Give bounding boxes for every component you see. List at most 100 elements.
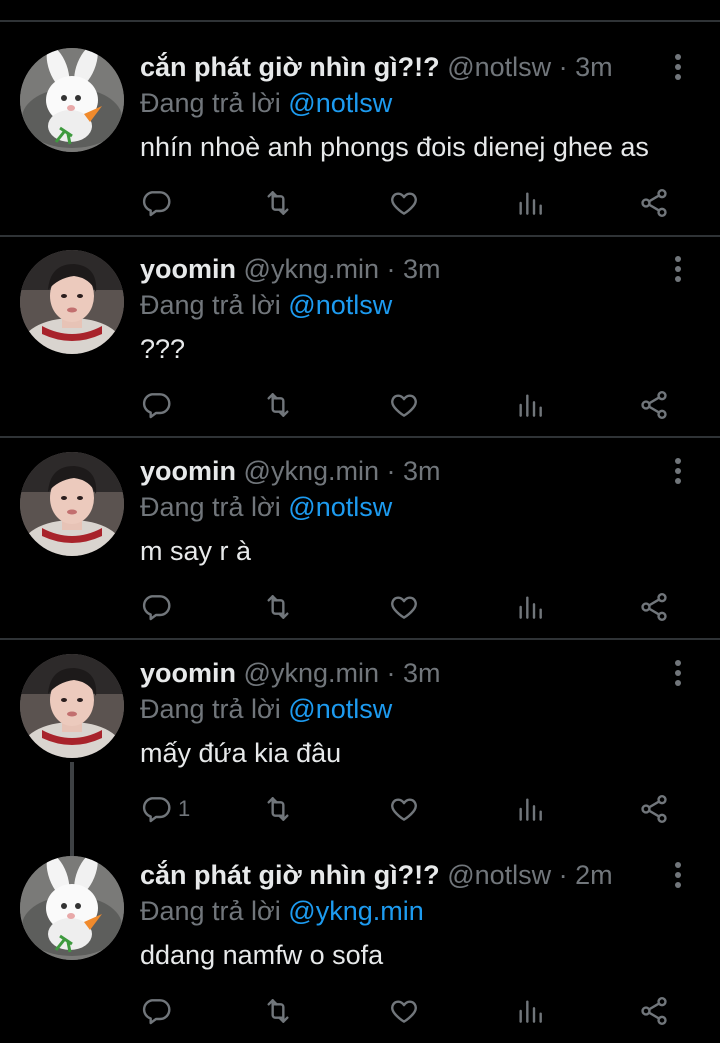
more-icon [675, 256, 681, 262]
like-icon [388, 389, 420, 421]
like-icon [388, 793, 420, 825]
replying-to-handle[interactable]: @notlsw [288, 290, 392, 320]
share-button[interactable] [638, 994, 670, 1028]
like-button[interactable] [388, 792, 420, 826]
more-options-button[interactable] [666, 858, 690, 892]
display-name[interactable]: cắn phát giờ nhìn gì?!? [140, 52, 440, 82]
timestamp[interactable]: 3m [575, 52, 613, 82]
retweet-icon [262, 187, 294, 219]
meta-separator: · [378, 456, 403, 486]
replying-to-handle[interactable]: @ykng.min [288, 896, 423, 926]
reply-button[interactable] [140, 590, 172, 624]
replying-to-handle[interactable]: @notlsw [288, 492, 392, 522]
like-button[interactable] [388, 388, 420, 422]
analytics-icon [514, 389, 546, 421]
retweet-icon [262, 389, 294, 421]
avatar[interactable] [20, 452, 124, 556]
tweet-header: yoomin @ykng.min · 3m [140, 454, 660, 488]
share-icon [638, 995, 670, 1027]
share-button[interactable] [638, 792, 670, 826]
analytics-button[interactable] [514, 994, 546, 1028]
analytics-button[interactable] [514, 590, 546, 624]
meta-separator: · [551, 860, 576, 890]
share-icon [638, 389, 670, 421]
timestamp[interactable]: 3m [403, 658, 441, 688]
replying-to-label: Đang trả lời [140, 694, 281, 724]
display-name[interactable]: yoomin [140, 254, 236, 284]
like-icon [388, 187, 420, 219]
timestamp[interactable]: 3m [403, 456, 441, 486]
like-button[interactable] [388, 590, 420, 624]
replying-to: Đang trả lời @notlsw [140, 86, 392, 120]
divider [0, 235, 720, 237]
meta-separator: · [378, 254, 403, 284]
retweet-icon [262, 793, 294, 825]
username[interactable]: @notlsw [447, 860, 551, 890]
tweet-header: cắn phát giờ nhìn gì?!? @notlsw · 2m [140, 858, 660, 892]
avatar[interactable] [20, 856, 124, 960]
tweet-text: ??? [140, 334, 186, 364]
reply-button[interactable] [140, 186, 172, 220]
retweet-button[interactable] [262, 994, 294, 1028]
reply-button[interactable]: 1 [140, 792, 190, 826]
replying-to-label: Đang trả lời [140, 896, 281, 926]
retweet-button[interactable] [262, 388, 294, 422]
display-name[interactable]: yoomin [140, 456, 236, 486]
more-icon [675, 862, 681, 868]
share-button[interactable] [638, 388, 670, 422]
divider [0, 436, 720, 438]
reply-icon [140, 793, 172, 825]
like-button[interactable] [388, 186, 420, 220]
reply-button[interactable] [140, 994, 172, 1028]
timestamp[interactable]: 2m [575, 860, 613, 890]
tweet-text: nhín nhoè anh phongs đois dienej ghee as [140, 132, 649, 162]
thread-line [70, 762, 74, 856]
avatar[interactable] [20, 250, 124, 354]
tweet-header: yoomin @ykng.min · 3m [140, 252, 660, 286]
timestamp[interactable]: 3m [403, 254, 441, 284]
more-options-button[interactable] [666, 656, 690, 690]
tweet-header: cắn phát giờ nhìn gì?!? @notlsw · 3m [140, 50, 660, 84]
share-icon [638, 187, 670, 219]
meta-separator: · [551, 52, 576, 82]
reply-icon [140, 995, 172, 1027]
retweet-button[interactable] [262, 792, 294, 826]
replying-to: Đang trả lời @notlsw [140, 692, 392, 726]
replying-to-handle[interactable]: @notlsw [288, 88, 392, 118]
share-button[interactable] [638, 590, 670, 624]
analytics-button[interactable] [514, 186, 546, 220]
replying-to-label: Đang trả lời [140, 492, 281, 522]
share-button[interactable] [638, 186, 670, 220]
analytics-icon [514, 793, 546, 825]
more-icon [675, 458, 681, 464]
username[interactable]: @ykng.min [244, 658, 379, 688]
more-options-button[interactable] [666, 252, 690, 286]
retweet-button[interactable] [262, 590, 294, 624]
display-name[interactable]: yoomin [140, 658, 236, 688]
username[interactable]: @ykng.min [244, 254, 379, 284]
like-icon [388, 995, 420, 1027]
tweet-text: ddang namfw o sofa [140, 940, 384, 970]
display-name[interactable]: cắn phát giờ nhìn gì?!? [140, 860, 440, 890]
username[interactable]: @ykng.min [244, 456, 379, 486]
avatar[interactable] [20, 654, 124, 758]
replying-to: Đang trả lời @ykng.min [140, 894, 424, 928]
divider [0, 20, 720, 22]
more-icon [675, 54, 681, 60]
retweet-icon [262, 995, 294, 1027]
reply-button[interactable] [140, 388, 172, 422]
divider [0, 638, 720, 640]
avatar[interactable] [20, 48, 124, 152]
more-icon [675, 660, 681, 666]
more-options-button[interactable] [666, 50, 690, 84]
username[interactable]: @notlsw [447, 52, 551, 82]
replying-to: Đang trả lời @notlsw [140, 490, 392, 524]
retweet-button[interactable] [262, 186, 294, 220]
replying-to-label: Đang trả lời [140, 88, 281, 118]
like-button[interactable] [388, 994, 420, 1028]
analytics-button[interactable] [514, 792, 546, 826]
more-options-button[interactable] [666, 454, 690, 488]
analytics-button[interactable] [514, 388, 546, 422]
replying-to-handle[interactable]: @notlsw [288, 694, 392, 724]
reply-icon [140, 389, 172, 421]
